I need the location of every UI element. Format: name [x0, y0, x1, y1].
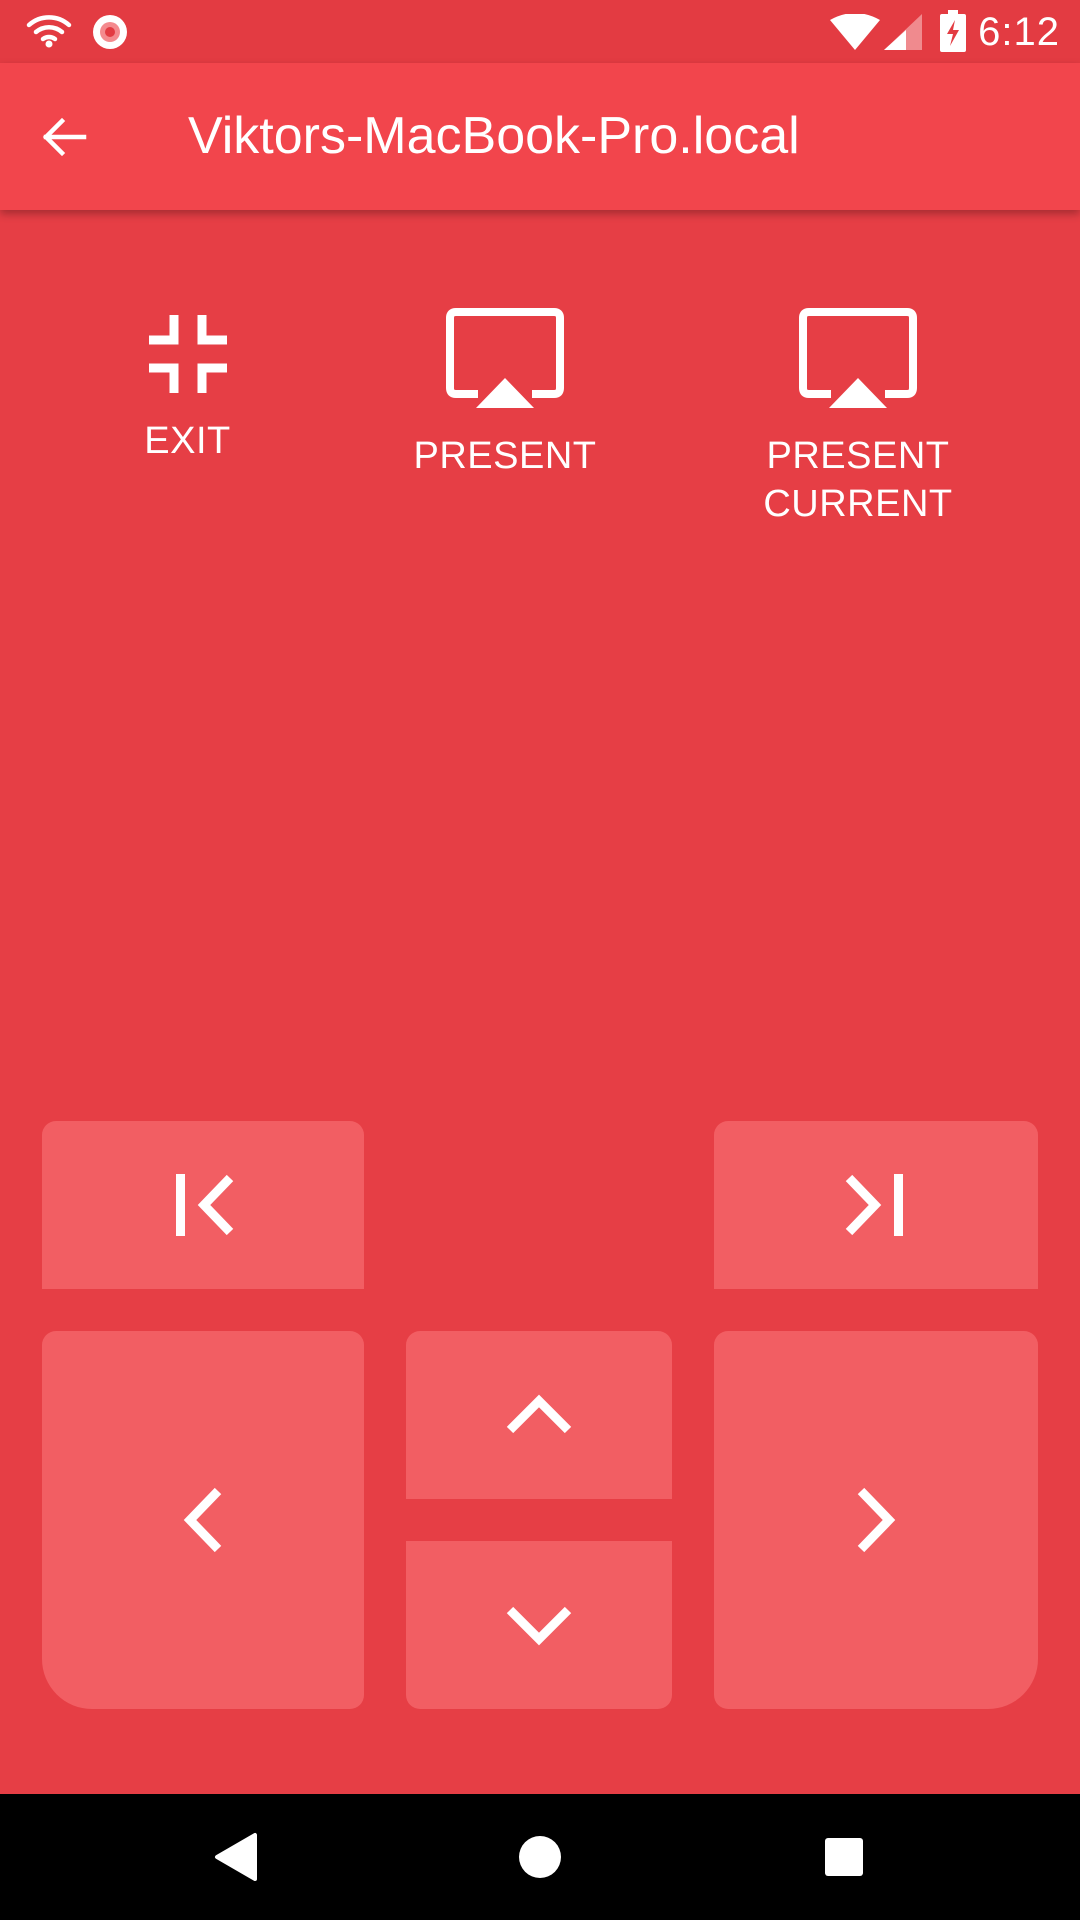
airplay-icon [799, 308, 917, 408]
present-button[interactable]: PRESENT [405, 308, 605, 480]
back-triangle-icon [215, 1833, 257, 1881]
chevron-down-icon [506, 1606, 572, 1646]
wifi-icon [26, 14, 72, 53]
status-bar: 6:12 [0, 0, 1080, 63]
present-current-button[interactable]: PRESENT CURRENT [748, 308, 968, 528]
recents-square-icon [825, 1838, 863, 1876]
nav-recents-button[interactable] [806, 1819, 882, 1895]
last-slide-icon [845, 1174, 903, 1236]
up-button[interactable] [406, 1331, 672, 1499]
exit-button[interactable]: EXIT [115, 315, 260, 465]
nav-back-button[interactable] [198, 1819, 274, 1895]
previous-button[interactable] [42, 1331, 364, 1709]
page-title: Viktors-MacBook-Pro.local [188, 107, 800, 165]
record-icon [90, 12, 130, 57]
chevron-up-icon [506, 1394, 572, 1434]
remote-screen: 6:12 Viktors-MacBook-Pro.local EXIT PRES… [0, 0, 1080, 1920]
status-time: 6:12 [978, 10, 1060, 54]
battery-charging-icon [940, 10, 966, 57]
navigation-bar [0, 1794, 1080, 1920]
arrow-back-icon [42, 117, 87, 157]
next-button[interactable] [714, 1331, 1038, 1709]
nav-home-button[interactable] [502, 1819, 578, 1895]
chevron-right-icon [857, 1487, 896, 1553]
first-slide-button[interactable] [42, 1121, 364, 1289]
present-label: PRESENT [413, 435, 597, 477]
cellular-signal-icon [884, 14, 922, 55]
chevron-left-icon [183, 1487, 222, 1553]
exit-label: EXIT [144, 420, 231, 462]
airplay-icon [446, 308, 564, 408]
fullscreen-exit-icon [148, 315, 227, 393]
present-current-label: PRESENT CURRENT [763, 435, 953, 525]
signal-wifi-icon [830, 13, 880, 55]
last-slide-button[interactable] [714, 1121, 1038, 1289]
home-circle-icon [519, 1836, 561, 1878]
back-button[interactable] [28, 101, 100, 173]
app-bar: Viktors-MacBook-Pro.local [0, 63, 1080, 210]
down-button[interactable] [406, 1541, 672, 1709]
first-slide-icon [176, 1174, 234, 1236]
